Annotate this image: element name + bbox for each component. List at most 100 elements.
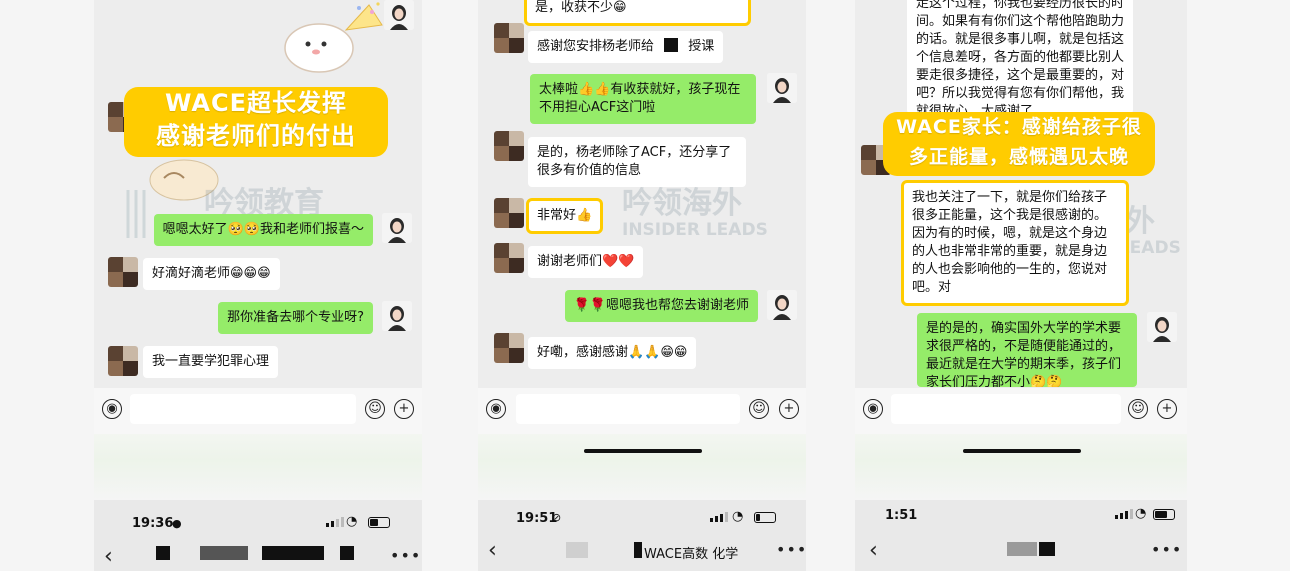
redacted-block [262,546,324,560]
teacher-avatar[interactable] [767,73,797,103]
message-bubble[interactable]: 谢谢老师们❤️❤️ [528,246,644,278]
message-row: 走这个过程，你我也要经历很长的时间。如果有有你们这个帮他陪跑助力的话。就是很多事… [907,0,1133,114]
message-row: 太棒啦👍👍有收获就好，孩子现在不用担心ACF这门啦 [530,74,756,124]
redacted-block [156,546,170,560]
banner-line-2: 感谢老师们的付出 [156,122,356,150]
message-row: 🌹🌹嗯嗯我也帮您去谢谢老师 [564,290,758,322]
message-row: 我一直要学犯罪心理 [143,346,279,378]
message-row: 那你准备去哪个专业呀? [218,302,373,334]
voice-icon[interactable]: ◉ [102,399,122,419]
highlight-banner: WACE家长：感谢给孩子很 多正能量，感慨遇见太晚 [883,112,1155,176]
status-time: 19:36 [132,516,174,531]
message-bubble[interactable]: 感谢您安排杨老师给 授课 [528,31,724,63]
redacted-block [566,542,588,558]
emoji-icon[interactable]: ☺ [365,399,385,419]
chat-panel-1: WACE超长发挥 感谢老师们的付出 吟领教育 嗯嗯太好了🥺🥺我和老师们报喜～ 好… [94,0,422,571]
more-icon[interactable]: ••• [390,546,421,565]
signal-icon [710,512,728,522]
message-input[interactable] [130,394,356,424]
keyboard-area [94,434,422,500]
emoji-icon[interactable]: ☺ [1128,399,1148,419]
more-icon[interactable]: ••• [1151,540,1182,559]
redacted-block [634,542,642,558]
message-text: 感谢您安排杨老师给 [537,39,655,54]
wifi-icon: ◔ [346,514,358,529]
message-bubble[interactable]: 我也关注了一下，就是你们给孩子很多正能量，这个我是很感谢的。因为有的时候，嗯，就… [901,180,1129,306]
message-row: 感谢您安排杨老师给 授课 [528,31,724,63]
banner-line-2: 多正能量，感慨遇见太晚 [908,146,1129,168]
wifi-icon: ◔ [1135,506,1147,521]
signal-icon [1115,509,1133,519]
message-row: 我也关注了一下，就是你们给孩子很多正能量，这个我是很感谢的。因为有的时候，嗯，就… [901,180,1129,306]
emoji-icon[interactable]: ☺ [749,399,769,419]
plus-icon[interactable]: + [779,399,799,419]
message-bubble[interactable]: 太棒啦👍👍有收获就好，孩子现在不用担心ACF这门啦 [530,74,756,124]
redacted-block [664,38,679,52]
parent-avatar[interactable] [494,131,524,161]
signal-icon [326,517,344,527]
back-icon[interactable]: ‹ [869,540,878,562]
banner-line-1: WACE超长发挥 [165,89,347,117]
parent-avatar[interactable] [108,257,138,287]
plus-icon[interactable]: + [1157,399,1177,419]
message-bubble[interactable]: 好滴好滴老师😁😁😁 [143,258,280,290]
plus-icon[interactable]: + [394,399,414,419]
input-bar: ◉ ☺ + [94,388,422,434]
parent-avatar[interactable] [494,23,524,53]
parent-avatar[interactable] [494,333,524,363]
message-bubble[interactable]: 我一直要学犯罪心理 [143,346,279,378]
message-bubble[interactable]: 是的，杨老师除了ACF，还分享了很多有价值的信息 [528,137,746,187]
battery-icon [368,517,390,528]
parent-avatar[interactable] [108,346,138,376]
teacher-avatar[interactable] [384,0,414,30]
message-bubble[interactable]: 非常好👍 [525,198,604,234]
message-bubble[interactable]: 那你准备去哪个专业呀? [218,302,373,334]
status-and-nav-bar: 19:51 ⊘ ◔ ‹ WACE高数 化学 ••• [478,500,806,571]
message-input[interactable] [516,394,740,424]
teacher-avatar[interactable] [767,290,797,320]
banner-line-1: WACE家长：感谢给孩子很 [896,116,1142,138]
message-bubble[interactable]: 走这个过程，你我也要经历很长的时间。如果有有你们这个帮他陪跑助力的话。就是很多事… [907,0,1133,114]
message-row: 是，收获不少😁 [524,0,751,26]
message-bubble[interactable]: 好嘞，感谢感谢🙏🙏😁😁 [528,337,697,369]
input-bar: ◉ ☺ + [478,388,806,434]
teacher-avatar[interactable] [1147,312,1177,342]
voice-icon[interactable]: ◉ [863,399,883,419]
highlight-banner: WACE超长发挥 感谢老师们的付出 [124,87,388,157]
teacher-avatar[interactable] [382,301,412,331]
sheep-sticker [284,2,383,73]
message-row: 好滴好滴老师😁😁😁 [143,258,280,290]
message-bubble[interactable]: 是的是的，确实国外大学的学术要求很严格的，不是随便能通过的，最近就是在大学的期末… [917,313,1137,387]
keyboard-area [855,434,1187,500]
message-row: 非常好👍 [525,198,604,234]
parent-avatar[interactable] [494,243,524,273]
bell-slash-icon: ⊘ [552,511,562,524]
home-indicator [963,449,1081,453]
home-indicator [584,449,702,453]
input-bar: ◉ ☺ + [855,388,1187,434]
status-and-nav-bar: 19:36 ● ◔ ‹ ••• [94,500,422,571]
more-icon[interactable]: ••• [776,540,806,559]
message-bubble[interactable]: 🌹🌹嗯嗯我也帮您去谢谢老师 [564,290,758,322]
person-icon: ● [172,517,182,530]
back-icon[interactable]: ‹ [104,546,113,568]
parent-avatar[interactable] [494,198,524,228]
watermark-en: INSIDER LEADS [622,220,768,240]
message-row: 是的，杨老师除了ACF，还分享了很多有价值的信息 [528,137,746,187]
status-time: 1:51 [885,508,918,523]
redacted-block [340,546,354,560]
chat-panel-3: 吟领海外 INSIDER LEADS 走这个过程，你我也要经历很长的时间。如果有… [855,0,1187,571]
message-bubble[interactable]: 嗯嗯太好了🥺🥺我和老师们报喜～ [153,214,373,246]
teacher-avatar[interactable] [382,213,412,243]
back-icon[interactable]: ‹ [488,540,497,562]
message-row: 谢谢老师们❤️❤️ [528,246,644,278]
message-input[interactable] [891,394,1121,424]
battery-icon [754,512,776,523]
message-bubble[interactable]: 是，收获不少😁 [524,0,751,26]
message-row: 嗯嗯太好了🥺🥺我和老师们报喜～ [153,214,373,246]
redacted-block [1039,542,1055,556]
voice-icon[interactable]: ◉ [486,399,506,419]
chat-title: WACE高数 化学 [644,547,739,562]
redacted-block [200,546,248,560]
battery-icon [1153,509,1175,520]
